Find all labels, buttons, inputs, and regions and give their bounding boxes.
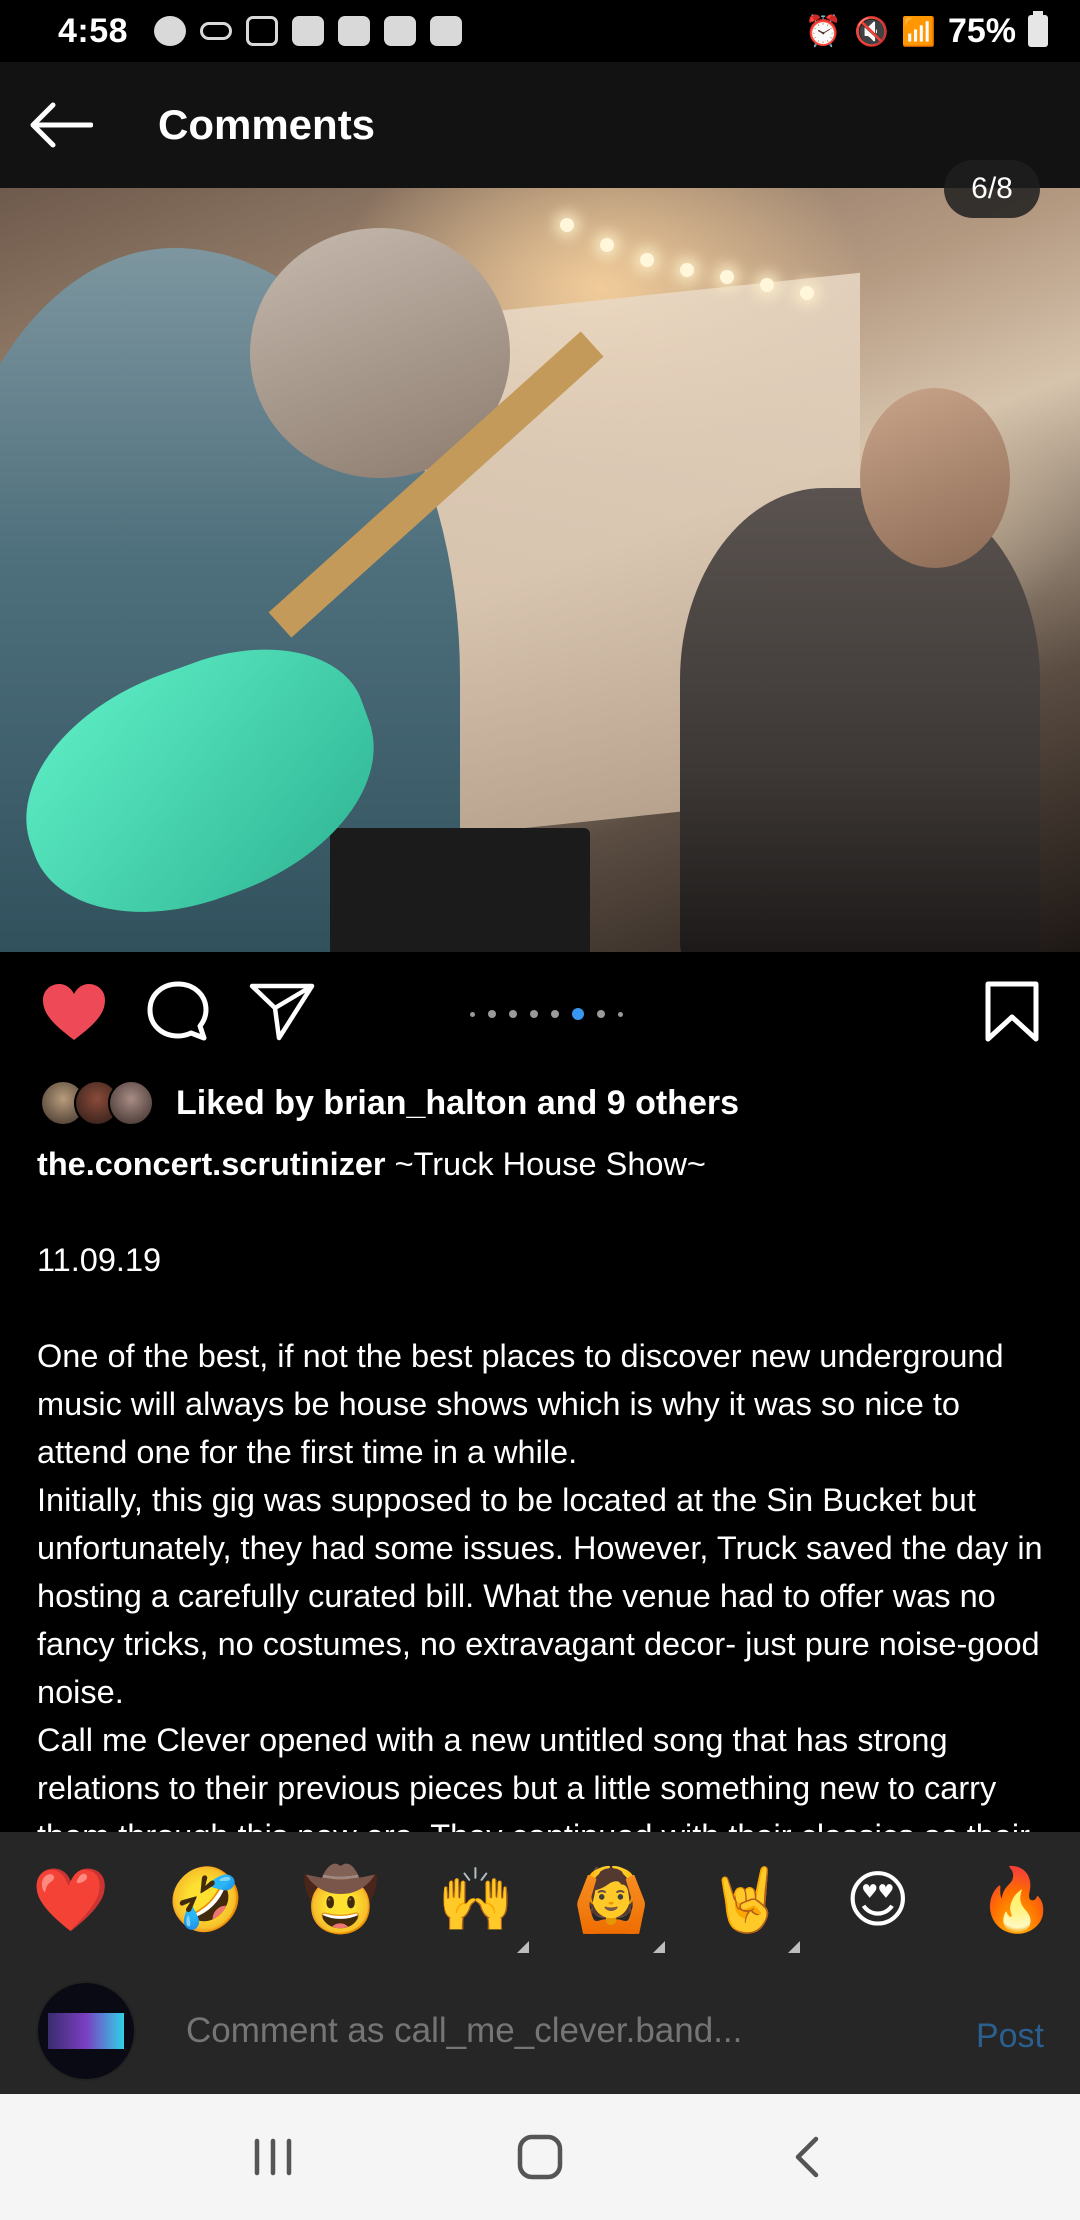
skin-tone-variant-indicator <box>787 1941 800 1953</box>
back-chevron-icon <box>795 2136 818 2178</box>
comment-button[interactable] <box>138 972 218 1052</box>
heart-filled-icon <box>43 984 105 1040</box>
recent-apps-button[interactable] <box>228 2112 318 2202</box>
liker-avatars <box>40 1080 154 1126</box>
post-comment-button[interactable]: Post <box>976 2017 1044 2056</box>
notification-icons <box>154 16 463 46</box>
carousel-dot <box>618 1011 623 1017</box>
caption-paragraph: One of the best, if not the best places … <box>37 1338 1004 1470</box>
back-arrow-icon <box>30 102 93 148</box>
play-icon <box>154 16 187 46</box>
likes-row[interactable]: Liked by brian_halton and 9 others <box>40 1080 739 1126</box>
emoji-heart-eyes-button[interactable]: 😍 <box>843 1869 913 1931</box>
carousel-dot <box>551 1010 559 1018</box>
emoji-person-gesturing-ok-button[interactable]: 🙆 <box>573 1869 665 1953</box>
system-back-button[interactable] <box>762 2112 852 2202</box>
skin-tone-variant-indicator <box>517 1941 530 1953</box>
mute-icon: 🔇 <box>854 15 890 47</box>
emoji-fire-button[interactable]: 🔥 <box>978 1869 1055 1931</box>
comment-composer: Post <box>0 1968 1080 2094</box>
youtube-icon <box>384 16 417 46</box>
carousel-dot <box>530 1010 538 1018</box>
voicemail-icon <box>200 22 233 40</box>
carousel-page-indicator: 6/8 <box>944 160 1040 218</box>
carousel-dots <box>470 1008 623 1020</box>
app-header: Comments <box>0 62 1080 188</box>
comment-bubble-icon <box>147 981 209 1041</box>
post-photo[interactable] <box>0 188 1080 952</box>
like-button[interactable] <box>34 972 114 1052</box>
emoji-red-heart-button[interactable]: ❤️ <box>32 1869 109 1931</box>
status-bar: 4:58 ⏰ 🔇 📶 75% <box>0 0 1080 62</box>
likes-count-text[interactable]: Liked by brian_halton and 9 others <box>176 1084 739 1123</box>
guitarist-right <box>680 488 1040 952</box>
recent-apps-icon <box>255 2138 292 2176</box>
back-button[interactable] <box>0 62 120 188</box>
amplifier <box>330 828 590 952</box>
string-lights <box>560 208 820 328</box>
emoji-cowboy-button[interactable]: 🤠 <box>302 1869 379 1931</box>
emoji-sign-of-horns-button[interactable]: 🤘 <box>708 1869 800 1953</box>
emoji-rolling-laughing-button[interactable]: 🤣 <box>167 1869 244 1931</box>
skin-tone-variant-indicator <box>652 1941 665 1953</box>
carousel-dot <box>572 1008 584 1020</box>
system-navigation-bar <box>0 2094 1080 2220</box>
instagram-icon <box>246 16 279 46</box>
emoji-quick-bar: ❤️ 🤣 🤠 🙌 🙆 🤘 😍 🔥 <box>0 1832 1080 1968</box>
system-icons: ⏰ 🔇 📶 75% <box>804 11 1048 51</box>
caption-paragraph: Initially, this gig was supposed to be l… <box>37 1482 1043 1710</box>
status-time: 4:58 <box>58 11 129 50</box>
outlook-icon <box>292 16 325 46</box>
current-user-avatar <box>36 1981 136 2081</box>
youtube-icon <box>430 16 463 46</box>
emoji-raised-hands-button[interactable]: 🙌 <box>437 1869 530 1953</box>
home-button[interactable] <box>495 2112 585 2202</box>
post-caption: the.concert.scrutinizer ~Truck House Sho… <box>37 1140 1047 1860</box>
share-button[interactable] <box>242 972 322 1052</box>
battery-text: 75% <box>947 11 1016 50</box>
carousel-dot <box>488 1010 496 1018</box>
mail-icon <box>338 16 371 46</box>
bookmark-icon <box>985 981 1039 1042</box>
page-title: Comments <box>158 101 376 148</box>
comment-input[interactable] <box>186 2011 956 2051</box>
wifi-icon: 📶 <box>901 15 936 47</box>
caption-username[interactable]: the.concert.scrutinizer <box>37 1146 386 1182</box>
guitarist-right-head <box>860 388 1010 568</box>
battery-icon <box>1028 11 1048 47</box>
carousel-dot <box>509 1010 517 1018</box>
home-icon <box>517 2134 563 2180</box>
caption-title: ~Truck House Show~ <box>394 1146 706 1182</box>
band-logo-image <box>48 2013 124 2049</box>
caption-date: 11.09.19 <box>37 1242 162 1278</box>
send-paper-plane-icon <box>249 983 315 1041</box>
post-action-bar <box>0 952 1080 1072</box>
carousel-dot <box>597 1010 605 1018</box>
avatar <box>108 1080 154 1126</box>
alarm-icon: ⏰ <box>804 14 843 48</box>
save-button[interactable] <box>972 972 1052 1052</box>
carousel-dot <box>470 1011 475 1017</box>
